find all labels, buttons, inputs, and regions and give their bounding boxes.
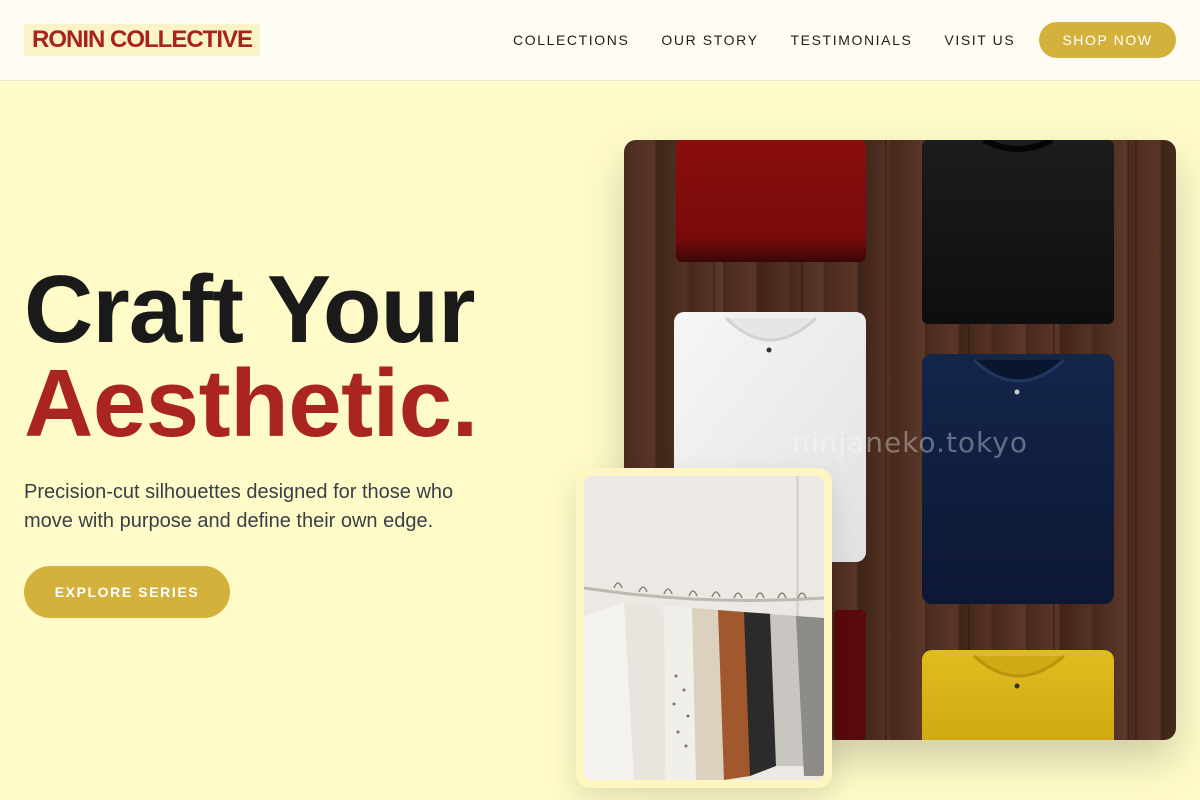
explore-series-button[interactable]: EXPLORE SERIES [24, 566, 230, 618]
black-shirt [922, 140, 1114, 324]
hero-subtitle: Precision-cut silhouettes designed for t… [24, 481, 454, 532]
dark-red-shirt [834, 610, 866, 740]
nav-our-story[interactable]: OUR STORY [661, 30, 758, 50]
main-nav: COLLECTIONS OUR STORY TESTIMONIALS VISIT… [513, 30, 1015, 50]
image-watermark: ninjaneko.tokyo [792, 426, 1028, 459]
hero-title-line2: Aesthetic. [24, 350, 478, 457]
hero-title-line1: Craft Your [24, 256, 475, 363]
red-shirt [676, 140, 866, 262]
shop-now-button[interactable]: SHOP NOW [1039, 22, 1176, 58]
nav-visit-us[interactable]: VISIT US [944, 30, 1015, 50]
clothing-rack-image [584, 476, 824, 780]
nav-testimonials[interactable]: TESTIMONIALS [791, 30, 913, 50]
nav-collections[interactable]: COLLECTIONS [513, 30, 629, 50]
clothing-rack-card [576, 468, 832, 788]
brand-logo[interactable]: RONIN COLLECTIVE [24, 24, 261, 56]
site-header: RONIN COLLECTIVE COLLECTIONS OUR STORY T… [0, 0, 1200, 81]
clothing-rack-illustration [584, 476, 824, 780]
